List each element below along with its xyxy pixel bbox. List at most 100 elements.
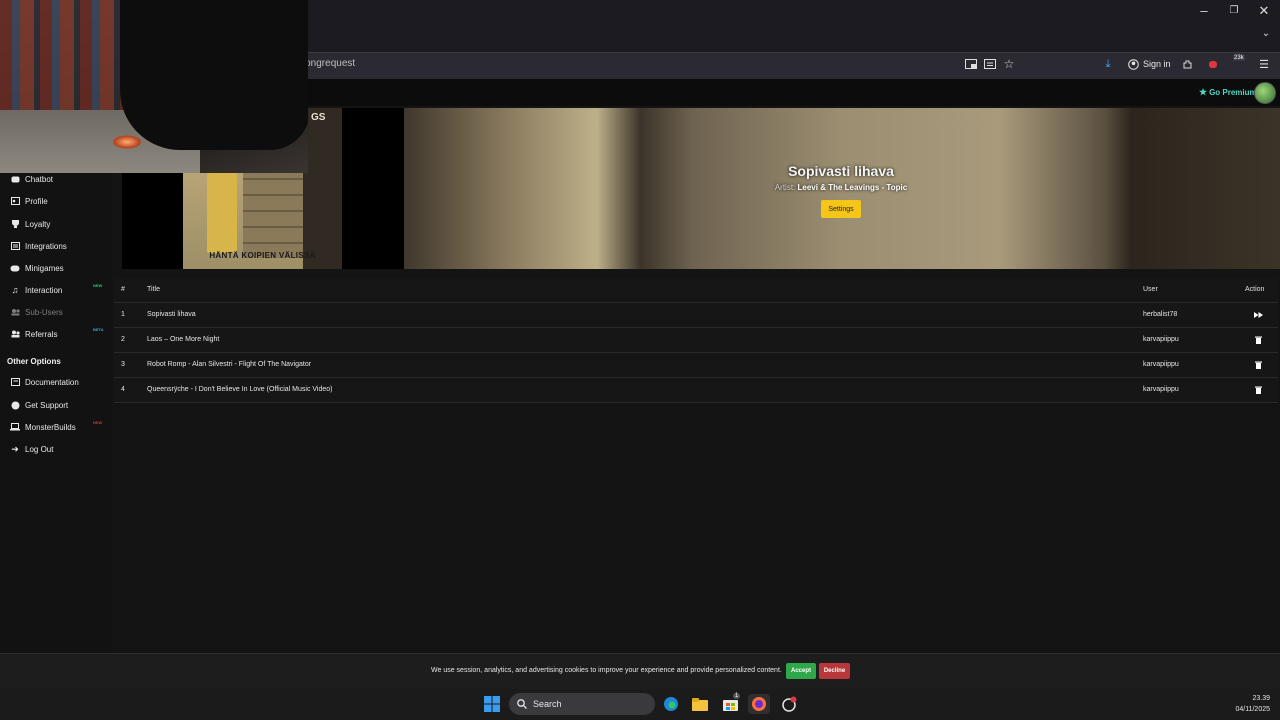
row-user: karvapiippu (1143, 336, 1179, 343)
queue-table-header: # Title User Action (114, 278, 1278, 303)
download-icon[interactable]: ⤓ (1100, 56, 1116, 72)
account-icon (1128, 58, 1139, 70)
row-title: Laos – One More Night (147, 336, 220, 343)
menu-hamburger-icon[interactable]: ☰ (1256, 56, 1272, 72)
extension-red-icon[interactable] (1205, 56, 1221, 72)
clock[interactable]: 23.39 04/11/2025 (1220, 693, 1270, 715)
sidebar-item-documentation[interactable]: Documentation (0, 371, 112, 393)
tab-list-chevron-icon[interactable]: ⌄ (1258, 28, 1274, 44)
firefox-icon[interactable] (748, 694, 770, 714)
beta-badge: BETA (93, 327, 104, 332)
go-premium-link[interactable]: ★ Go Premium (1199, 87, 1257, 98)
picture-in-picture-icon[interactable] (963, 56, 979, 72)
profile-icon (10, 196, 20, 206)
reader-view-icon[interactable] (982, 56, 998, 72)
close-window-button[interactable]: ✕ (1249, 0, 1279, 22)
sidebar-item-referrals[interactable]: Referrals BETA (0, 323, 112, 345)
sidebar-item-label: Documentation (25, 377, 79, 387)
delete-button[interactable] (1245, 353, 1271, 377)
decline-cookies-button[interactable]: Decline (819, 663, 850, 679)
integrations-icon (10, 241, 20, 251)
new-badge: NEW (93, 420, 103, 425)
laptop-icon (10, 422, 20, 432)
restore-button[interactable]: ❐ (1219, 0, 1249, 22)
minimize-button[interactable]: – (1189, 0, 1219, 22)
gamepad-icon (10, 263, 20, 273)
clock-time: 23.39 (1252, 695, 1270, 702)
delete-button[interactable] (1245, 328, 1271, 352)
sidebar-item-sub-users[interactable]: Sub-Users (0, 301, 112, 323)
sidebar-item-log-out[interactable]: ➜ Log Out (0, 438, 112, 460)
star-icon: ★ (1199, 87, 1208, 97)
cover-shadow (303, 108, 342, 269)
edge-icon[interactable] (660, 694, 682, 714)
sidebar-item-minigames[interactable]: Minigames (0, 257, 112, 279)
sidebar-item-get-support[interactable]: Get Support (0, 394, 112, 416)
table-row: 2 Laos – One More Night karvapiippu (114, 328, 1278, 353)
row-number: 3 (121, 361, 125, 368)
music-icon: ♫ (11, 285, 19, 295)
skip-button[interactable] (1245, 303, 1271, 327)
windows-start-icon[interactable] (481, 694, 503, 714)
row-title: Robot Romp - Alan Silvestri - Flight Of … (147, 361, 312, 368)
delete-button[interactable] (1245, 378, 1271, 402)
support-icon (10, 400, 20, 410)
table-row: 3 Robot Romp - Alan Silvestri - Flight O… (114, 353, 1278, 378)
sidebar-item-profile[interactable]: Profile (0, 190, 112, 212)
sidebar-item-integrations[interactable]: Integrations (0, 235, 112, 257)
song-title: Sopivasti lihava (788, 163, 894, 179)
trophy-icon (10, 219, 20, 229)
sidebar-item-loyalty[interactable]: Loyalty (0, 213, 112, 235)
sidebar-item-label: Get Support (25, 400, 69, 410)
row-number: 2 (121, 336, 125, 343)
store-icon[interactable]: 1 (719, 693, 741, 714)
artist-name: Leevi & The Leavings - Topic (797, 183, 908, 192)
header-number: # (121, 286, 125, 293)
row-title: Queensrÿche - I Don't Believe In Love (O… (147, 386, 333, 393)
cover-text: HÄNTÄ KOIPIEN VÄLISSÄ (209, 251, 316, 260)
webcam-overlay (0, 0, 308, 173)
sidebar-item-label: Sub-Users (25, 307, 63, 317)
sidebar-item-chatbot[interactable]: Chatbot (0, 168, 112, 190)
row-user: herbalist78 (1143, 311, 1178, 318)
webcam-person (120, 0, 308, 150)
sign-in-label: Sign in (1143, 59, 1171, 69)
avatar[interactable] (1254, 82, 1276, 104)
sidebar-item-label: Interaction (25, 285, 63, 295)
sidebar-item-label: Minigames (25, 263, 64, 273)
sidebar-item-label: Referrals (25, 329, 58, 339)
clock-date: 04/11/2025 (1235, 706, 1270, 713)
sidebar-item-interaction[interactable]: ♫ Interaction NEW (0, 279, 112, 301)
trash-icon (1254, 336, 1262, 344)
cover-top-text: GS (311, 112, 326, 123)
taskbar-search[interactable]: Search (509, 693, 655, 715)
row-user: karvapiippu (1143, 361, 1179, 368)
sidebar-item-label: Integrations (25, 241, 67, 251)
header-action: Action (1245, 286, 1265, 293)
extension-count-badge[interactable]: 23k (1233, 55, 1245, 61)
search-label: Search (533, 699, 562, 709)
artist-line: Artist: Leevi & The Leavings - Topic (700, 183, 982, 192)
trash-icon (1254, 386, 1262, 394)
table-row: 4 Queensrÿche - I Don't Believe In Love … (114, 378, 1278, 403)
table-row: 1 Sopivasti lihava herbalist78 (114, 303, 1278, 328)
header-title: Title (147, 286, 160, 293)
sidebar-item-label: Loyalty (25, 219, 51, 229)
extensions-icon[interactable] (1179, 56, 1195, 72)
go-premium-label: Go Premium (1209, 88, 1257, 97)
referral-icon (10, 329, 20, 339)
row-number: 1 (121, 311, 125, 318)
cookie-text: We use session, analytics, and advertisi… (431, 667, 782, 674)
sign-in-button[interactable]: Sign in (1128, 57, 1171, 71)
cover-figure-art (207, 168, 237, 253)
sidebar-item-monsterbuilds[interactable]: MonsterBuilds NEW (0, 416, 112, 438)
bookmark-star-icon[interactable]: ☆ (1001, 56, 1017, 72)
header-user: User (1143, 286, 1158, 293)
file-explorer-icon[interactable] (689, 694, 711, 714)
app-icon[interactable] (778, 694, 800, 714)
accept-cookies-button[interactable]: Accept (786, 663, 816, 679)
settings-button[interactable]: Settings (821, 200, 861, 218)
sidebar-item-label: Log Out (25, 444, 54, 454)
users-icon (10, 307, 20, 317)
store-badge: 1 (733, 693, 741, 699)
